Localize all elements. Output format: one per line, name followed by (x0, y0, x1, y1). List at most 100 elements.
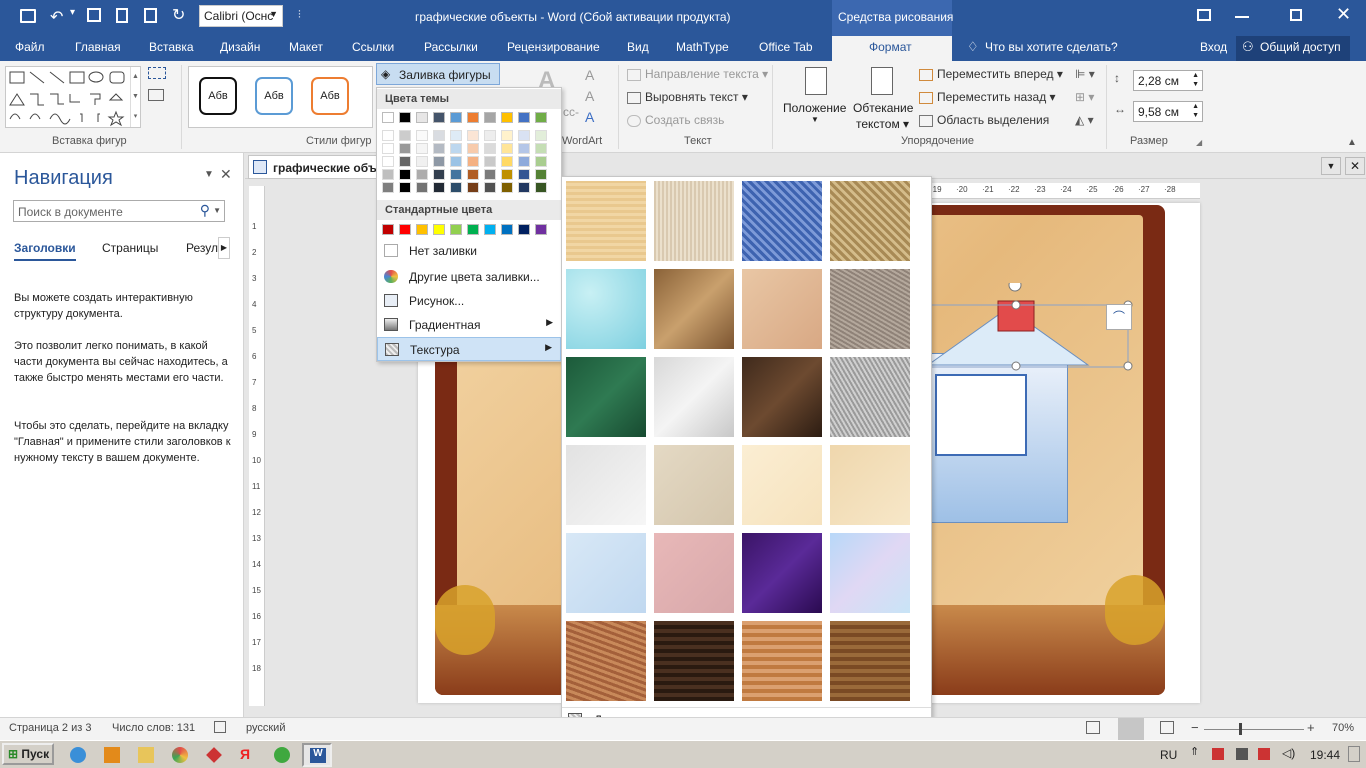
theme-color-shade-swatch[interactable] (467, 130, 479, 141)
undo-dropdown-icon[interactable]: ▾ (70, 7, 75, 18)
standard-color-swatch[interactable] (467, 224, 479, 235)
theme-color-shade-swatch[interactable] (501, 156, 513, 167)
spinner-icon[interactable]: ▲ ▼ (1192, 102, 1199, 120)
nav-tab-headings[interactable]: Заголовки (14, 241, 76, 255)
theme-color-shade-swatch[interactable] (382, 143, 394, 154)
texture-fill-item[interactable]: Текстура ▶ (377, 337, 561, 361)
texture-tile[interactable] (830, 269, 910, 349)
web-layout-icon[interactable] (1160, 721, 1174, 734)
show-desktop-icon[interactable] (1348, 746, 1360, 762)
theme-color-shade-swatch[interactable] (433, 130, 445, 141)
app-icon[interactable] (206, 747, 222, 763)
texture-tile[interactable] (830, 533, 910, 613)
texture-tile[interactable] (654, 181, 734, 261)
standard-color-swatch[interactable] (535, 224, 547, 235)
tell-me-box[interactable]: Что вы хотите сделать? (985, 40, 1118, 54)
texture-tile[interactable] (654, 621, 734, 701)
minimize-icon[interactable] (1235, 16, 1249, 18)
tab-mathtype[interactable]: MathType (676, 40, 729, 54)
layout-options-icon[interactable]: ⌒ (1106, 304, 1132, 330)
theme-color-shade-swatch[interactable] (450, 169, 462, 180)
spinner-icon[interactable]: ▲ ▼ (1192, 71, 1199, 89)
horizontal-ruler[interactable]: ·19·20·21·22·23·24·25·26·27·28 (930, 183, 1200, 199)
width-input[interactable]: 9,58 см ▲ ▼ (1133, 101, 1203, 122)
theme-color-shade-swatch[interactable] (450, 156, 462, 167)
bring-forward-button[interactable]: Переместить вперед ▾ (919, 67, 1063, 81)
tray-expand-icon[interactable]: ⇑ (1190, 745, 1199, 758)
texture-tile[interactable] (830, 621, 910, 701)
theme-color-shade-swatch[interactable] (382, 156, 394, 167)
proofing-icon[interactable] (214, 721, 226, 733)
wrap-text-button[interactable]: Обтекание текстом ▾ (853, 65, 913, 131)
create-link-button[interactable]: Создать связь (627, 113, 724, 127)
texture-tile[interactable] (654, 269, 734, 349)
texture-tile[interactable] (566, 269, 646, 349)
theme-color-shade-swatch[interactable] (399, 169, 411, 180)
theme-color-swatch[interactable] (484, 112, 496, 123)
nav-tab-results[interactable]: Резул (186, 241, 218, 255)
group-icon[interactable]: ⊞ ▾ (1075, 90, 1094, 104)
theme-color-swatch[interactable] (467, 112, 479, 123)
theme-color-shade-swatch[interactable] (399, 130, 411, 141)
close-icon[interactable]: ✕ (1336, 4, 1351, 25)
gradient-fill-item[interactable]: Градиентная ▶ (377, 313, 561, 337)
tab-design[interactable]: Дизайн (220, 40, 260, 54)
theme-color-swatch[interactable] (416, 112, 428, 123)
picture-fill-item[interactable]: Рисунок... (377, 289, 561, 313)
tab-references[interactable]: Ссылки (352, 40, 394, 54)
theme-color-shade-swatch[interactable] (399, 143, 411, 154)
dialog-launcher-icon[interactable]: ◢ (1196, 138, 1202, 147)
collapse-ribbon-icon[interactable]: ▲ (1347, 137, 1357, 148)
close-icon[interactable]: ✕ (220, 166, 232, 183)
print-layout-icon[interactable] (1118, 718, 1144, 740)
standard-color-swatch[interactable] (382, 224, 394, 235)
theme-color-swatch[interactable] (382, 112, 394, 123)
new-document-icon[interactable] (116, 8, 128, 23)
tab-officetab[interactable]: Office Tab (759, 40, 813, 54)
theme-color-shade-swatch[interactable] (535, 156, 547, 167)
texture-tile[interactable] (654, 357, 734, 437)
ie-icon[interactable] (70, 747, 86, 763)
align-text-button[interactable]: Выровнять текст ▾ (627, 90, 748, 104)
no-fill-item[interactable]: Нет заливки (377, 239, 561, 263)
tray-security-icon[interactable] (1236, 748, 1248, 760)
utorrent-icon[interactable] (274, 747, 290, 763)
standard-color-swatch[interactable] (399, 224, 411, 235)
chevron-right-icon[interactable]: ▶ (218, 237, 230, 259)
theme-color-shade-swatch[interactable] (535, 169, 547, 180)
texture-tile[interactable] (742, 181, 822, 261)
position-button[interactable]: Положение ▼ (783, 65, 848, 131)
theme-color-shade-swatch[interactable] (450, 143, 462, 154)
theme-color-swatch[interactable] (501, 112, 513, 123)
font-name-box[interactable]: Calibri (Оснс ▼ (199, 5, 283, 27)
standard-color-swatch[interactable] (501, 224, 513, 235)
customize-qat-icon[interactable]: ⫶ (298, 9, 301, 22)
doc-tab[interactable]: графические объ (248, 155, 388, 179)
theme-color-shade-swatch[interactable] (382, 169, 394, 180)
theme-color-shade-swatch[interactable] (450, 130, 462, 141)
rotate-icon[interactable]: ◭ ▾ (1075, 113, 1094, 127)
texture-tile[interactable] (830, 445, 910, 525)
tab-format[interactable]: Формат (869, 40, 912, 54)
standard-color-swatch[interactable] (518, 224, 530, 235)
theme-color-shade-swatch[interactable] (535, 130, 547, 141)
tab-review[interactable]: Рецензирование (507, 40, 600, 54)
sign-in-link[interactable]: Вход (1200, 40, 1227, 54)
texture-tile[interactable] (566, 533, 646, 613)
theme-color-shade-swatch[interactable] (433, 182, 445, 193)
texture-tile[interactable] (742, 621, 822, 701)
share-button[interactable]: ⚇ Общий доступ (1236, 36, 1350, 61)
more-fill-colors-item[interactable]: Другие цвета заливки... (377, 265, 561, 289)
texture-tile[interactable] (566, 357, 646, 437)
style-sample-black[interactable]: Абв (199, 77, 237, 115)
theme-color-shade-swatch[interactable] (501, 143, 513, 154)
shape-styles-gallery[interactable]: Абв Абв Абв (188, 66, 373, 128)
align-icon[interactable]: ⊫ ▾ (1075, 67, 1095, 81)
theme-color-shade-swatch[interactable] (467, 182, 479, 193)
theme-color-shade-swatch[interactable] (450, 182, 462, 193)
word-taskbar-button[interactable]: W (302, 743, 332, 767)
theme-color-shade-swatch[interactable] (484, 169, 496, 180)
rotate-handle-icon[interactable] (1008, 283, 1022, 292)
nav-options-icon[interactable]: ▼ (204, 169, 214, 180)
media-player-icon[interactable] (104, 747, 120, 763)
